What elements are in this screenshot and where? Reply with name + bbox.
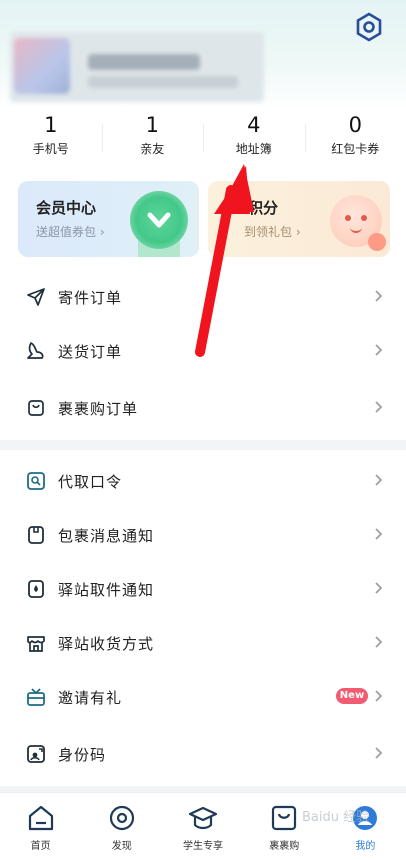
username-blurred — [88, 54, 200, 70]
list-item-label: 驿站收货方式 — [58, 633, 154, 654]
stats-bar: 1 手机号 1 亲友 4 地址簿 0 红包卡券 — [0, 112, 406, 164]
list-item-delivery-orders[interactable]: 送货订单 — [0, 324, 406, 378]
stat-label: 手机号 — [0, 140, 102, 157]
list-item-label: 包裹消息通知 — [58, 525, 154, 546]
chevron-right-icon — [372, 288, 384, 304]
list-item-package-notify[interactable]: 包裹消息通知 — [0, 508, 406, 562]
chevron-right-icon — [372, 472, 384, 488]
pickup-icon — [26, 579, 46, 599]
stat-value: 1 — [102, 112, 204, 138]
points-card[interactable]: 积分 到领礼包 › — [208, 181, 390, 257]
services-section: 代取口令 包裹消息通知 驿站取件通知 驿站收货方式 邀请有礼 New 身份码 — [0, 454, 406, 786]
chevron-right-icon — [372, 688, 384, 704]
stat-coupons[interactable]: 0 红包卡券 — [305, 112, 406, 164]
tab-label: 我的 — [325, 837, 406, 852]
tab-home[interactable]: 首页 — [0, 793, 81, 860]
list-item-label: 寄件订单 — [58, 287, 122, 308]
list-item-station-notify[interactable]: 驿站取件通知 — [0, 562, 406, 616]
chevron-right-icon — [372, 399, 384, 415]
bag-icon — [26, 398, 46, 418]
stat-relatives[interactable]: 1 亲友 — [102, 112, 204, 164]
section-divider — [0, 440, 406, 450]
list-item-label: 裹裹购订单 — [58, 398, 138, 419]
tab-label: 裹裹购 — [244, 837, 325, 852]
profile-card-blurred[interactable] — [10, 32, 264, 102]
tab-guoguo-shop[interactable]: 裹裹购 — [244, 793, 325, 860]
member-card-subtitle-text: 送超值券包 — [36, 225, 96, 239]
stat-label: 红包卡券 — [305, 140, 406, 157]
mascot-eye — [345, 215, 351, 221]
discover-icon — [107, 803, 137, 833]
list-item-station-receive-method[interactable]: 驿站收货方式 — [0, 616, 406, 670]
orders-section: 寄件订单 送货订单 裹裹购订单 — [0, 270, 406, 440]
chevron-right-icon — [372, 580, 384, 596]
list-item-label: 邀请有礼 — [58, 687, 122, 708]
send-icon — [26, 287, 46, 307]
list-item-send-orders[interactable]: 寄件订单 — [0, 270, 406, 324]
smiley-mascot-icon — [330, 195, 382, 247]
list-item-guoguo-orders[interactable]: 裹裹购订单 — [0, 378, 406, 440]
tab-discover[interactable]: 发现 — [81, 793, 162, 860]
member-card-subtitle: 送超值券包 › — [36, 223, 105, 240]
tab-label: 学生专享 — [162, 837, 243, 852]
stat-value: 1 — [0, 112, 102, 138]
settings-hex-icon[interactable] — [354, 12, 384, 42]
delivery-icon — [26, 341, 46, 361]
stat-label: 地址簿 — [203, 140, 305, 157]
user-info-blurred — [88, 76, 238, 88]
list-item-label: 身份码 — [58, 744, 106, 765]
stat-value: 4 — [203, 112, 305, 138]
list-item-label: 代取口令 — [58, 471, 122, 492]
shopping-bag-icon — [269, 803, 299, 833]
member-card-title: 会员中心 — [36, 197, 96, 218]
list-item-label: 送货订单 — [58, 341, 122, 362]
id-card-icon — [26, 744, 46, 764]
list-item-pickup-code[interactable]: 代取口令 — [0, 454, 406, 508]
mascot-eye — [361, 215, 367, 221]
chevron-right-icon — [372, 745, 384, 761]
bottom-tab-bar: 首页 发现 学生专享 裹裹购 我的 — [0, 792, 406, 860]
home-icon — [26, 803, 56, 833]
stat-phone[interactable]: 1 手机号 — [0, 112, 102, 164]
tab-mine[interactable]: 我的 — [325, 793, 406, 860]
points-card-subtitle: 到领礼包 › — [244, 223, 301, 240]
new-badge: New — [336, 688, 368, 704]
points-card-subtitle-text: 到领礼包 — [244, 225, 292, 239]
member-center-card[interactable]: 会员中心 送超值券包 › — [18, 181, 199, 257]
package-icon — [26, 525, 46, 545]
store-icon — [26, 633, 46, 653]
stat-value: 0 — [305, 112, 406, 138]
watermark-text: Baidu 经验 — [302, 806, 369, 825]
chevron-right-icon — [372, 342, 384, 358]
points-card-title: 积分 — [248, 197, 278, 218]
chevron-right-icon — [372, 526, 384, 542]
tv-gift-icon — [26, 687, 46, 707]
mascot-mouth — [350, 225, 362, 233]
graduation-cap-icon — [188, 803, 218, 833]
avatar[interactable] — [14, 38, 70, 94]
search-code-icon — [26, 471, 46, 491]
tab-label: 首页 — [0, 837, 81, 852]
promo-cards: 会员中心 送超值券包 › 积分 到领礼包 › — [18, 181, 390, 257]
heart-check-icon — [130, 191, 188, 249]
stat-address-book[interactable]: 4 地址簿 — [203, 112, 305, 164]
stat-label: 亲友 — [102, 140, 204, 157]
mascot-blob — [368, 233, 386, 251]
tab-label: 发现 — [81, 837, 162, 852]
tab-student[interactable]: 学生专享 — [162, 793, 243, 860]
list-item-invite-gift[interactable]: 邀请有礼 New — [0, 670, 406, 724]
list-item-id-code[interactable]: 身份码 — [0, 724, 406, 786]
list-item-label: 驿站取件通知 — [58, 579, 154, 600]
chevron-right-icon — [372, 634, 384, 650]
